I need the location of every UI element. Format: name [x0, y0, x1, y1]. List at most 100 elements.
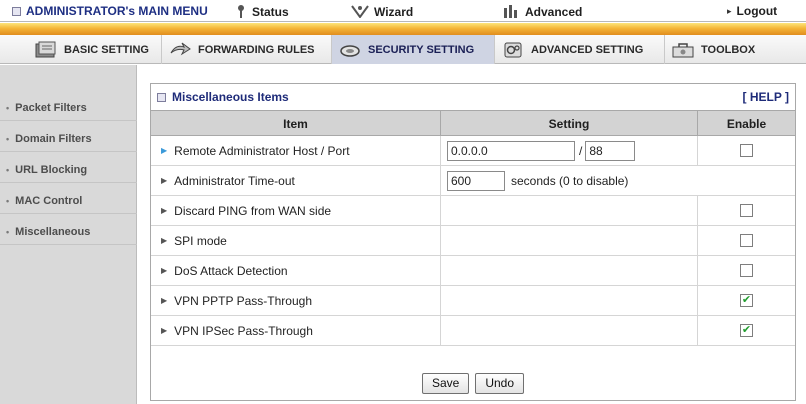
- row-label-cell: ▶ VPN IPSec Pass-Through: [151, 316, 441, 345]
- admin-main-menu-link[interactable]: ADMINISTRATOR's MAIN MENU: [12, 4, 208, 18]
- timeout-suffix: seconds (0 to disable): [511, 173, 629, 188]
- status-link[interactable]: Status: [235, 4, 289, 20]
- main-tabs: BASIC SETTING FORWARDING RULES SECURITY …: [0, 35, 806, 64]
- timeout-input[interactable]: 600: [447, 170, 505, 191]
- row-label-cell: ▶ VPN PPTP Pass-Through: [151, 286, 441, 315]
- sidebar: • Packet Filters • Domain Filters • URL …: [0, 65, 137, 404]
- tab-label: BASIC SETTING: [64, 43, 149, 56]
- column-header-item: Item: [151, 111, 441, 136]
- column-header-setting: Setting: [441, 111, 698, 136]
- table-row-vpn-ipsec: ▶ VPN IPSec Pass-Through ✔: [151, 316, 795, 346]
- sidebar-item-miscellaneous[interactable]: • Miscellaneous: [0, 219, 137, 245]
- row-label: SPI mode: [174, 233, 227, 248]
- row-setting-cell: [441, 226, 698, 255]
- gears-icon: [501, 41, 525, 59]
- row-setting-cell: [441, 256, 698, 285]
- undo-button[interactable]: Undo: [475, 372, 525, 394]
- row-label-cell: ▶ SPI mode: [151, 226, 441, 255]
- status-label: Status: [252, 5, 289, 19]
- bullet-icon: •: [6, 226, 10, 237]
- tab-toolbox[interactable]: TOOLBOX: [665, 35, 778, 64]
- row-enable-cell: [698, 256, 795, 285]
- arrow-right-icon: ▶: [161, 176, 168, 185]
- sidebar-item-label: Packet Filters: [15, 101, 87, 114]
- row-label: Remote Administrator Host / Port: [174, 143, 350, 158]
- tab-label: FORWARDING RULES: [198, 43, 315, 56]
- vpn-pptp-checkbox[interactable]: ✔: [740, 294, 753, 307]
- button-bar: Save Undo: [151, 366, 795, 400]
- logout-label: Logout: [736, 4, 778, 18]
- row-setting-cell: [441, 196, 698, 225]
- arrow-right-icon: ▶: [161, 266, 168, 275]
- row-label-cell: ▶ Administrator Time-out: [151, 166, 441, 195]
- row-label: VPN IPSec Pass-Through: [174, 323, 313, 338]
- tab-forwarding-rules[interactable]: FORWARDING RULES: [162, 35, 332, 64]
- miscellaneous-panel: Miscellaneous Items [ HELP ] Item Settin…: [150, 83, 796, 401]
- forward-arrow-icon: [168, 41, 192, 59]
- logout-link[interactable]: ▸ Logout: [727, 4, 777, 18]
- arrow-right-icon: ▶: [161, 236, 168, 245]
- sidebar-item-domain-filters[interactable]: • Domain Filters: [0, 126, 137, 152]
- dos-detection-checkbox[interactable]: [740, 264, 753, 277]
- arrow-right-icon: ▶: [161, 326, 168, 335]
- sidebar-item-mac-control[interactable]: • MAC Control: [0, 188, 137, 214]
- row-setting-cell: [441, 286, 698, 315]
- remote-port-input[interactable]: 88: [585, 140, 636, 161]
- admin-main-menu-label: ADMINISTRATOR's MAIN MENU: [26, 4, 208, 18]
- wizard-label: Wizard: [374, 5, 414, 19]
- bullet-icon: •: [6, 195, 10, 206]
- tab-advanced-setting[interactable]: ADVANCED SETTING: [495, 35, 665, 64]
- bullet-icon: •: [6, 102, 10, 113]
- bullet-icon: •: [6, 164, 10, 175]
- lock-icon: [338, 41, 362, 59]
- table-row-vpn-pptp: ▶ VPN PPTP Pass-Through ✔: [151, 286, 795, 316]
- row-enable-cell: [698, 226, 795, 255]
- row-enable-cell: ✔: [698, 316, 795, 345]
- sidebar-item-packet-filters[interactable]: • Packet Filters: [0, 95, 137, 121]
- arrow-right-icon: ▶: [161, 146, 168, 155]
- advanced-link[interactable]: Advanced: [502, 4, 582, 20]
- panel-title-wrap: Miscellaneous Items: [157, 90, 289, 104]
- tab-label: ADVANCED SETTING: [531, 43, 644, 56]
- pin-icon: [235, 4, 247, 20]
- tab-label: SECURITY SETTING: [368, 43, 475, 56]
- row-label: Discard PING from WAN side: [174, 203, 332, 218]
- row-label-cell: ▶ Discard PING from WAN side: [151, 196, 441, 225]
- tab-basic-setting[interactable]: BASIC SETTING: [24, 35, 162, 64]
- sidebar-item-label: MAC Control: [15, 194, 83, 207]
- sidebar-item-label: Domain Filters: [15, 132, 92, 145]
- tab-security-setting[interactable]: SECURITY SETTING: [332, 35, 495, 64]
- row-enable-cell: [698, 136, 795, 165]
- row-enable-cell: ✔: [698, 286, 795, 315]
- table-row-dos-detection: ▶ DoS Attack Detection: [151, 256, 795, 286]
- row-label: Administrator Time-out: [174, 173, 295, 188]
- chart-icon: [502, 4, 520, 20]
- discard-ping-checkbox[interactable]: [740, 204, 753, 217]
- help-link[interactable]: [ HELP ]: [743, 90, 789, 104]
- sidebar-item-url-blocking[interactable]: • URL Blocking: [0, 157, 137, 183]
- bullet-icon: •: [6, 133, 10, 144]
- row-label-cell: ▶ Remote Administrator Host / Port: [151, 136, 441, 165]
- vpn-ipsec-checkbox[interactable]: ✔: [740, 324, 753, 337]
- table-row-discard-ping: ▶ Discard PING from WAN side: [151, 196, 795, 226]
- decorative-stripe: [0, 23, 806, 35]
- table-header: Item Setting Enable: [151, 110, 795, 136]
- remote-host-input[interactable]: 0.0.0.0: [447, 140, 575, 161]
- sidebar-item-label: URL Blocking: [15, 163, 88, 176]
- panel-header: Miscellaneous Items [ HELP ]: [151, 84, 795, 110]
- host-port-separator: /: [579, 143, 583, 158]
- wizard-link[interactable]: Wizard: [351, 4, 413, 20]
- row-setting-cell: 0.0.0.0 / 88: [441, 136, 698, 165]
- remote-admin-checkbox[interactable]: [740, 144, 753, 157]
- panel-title: Miscellaneous Items: [172, 90, 289, 104]
- row-label: DoS Attack Detection: [174, 263, 288, 278]
- column-header-enable: Enable: [726, 116, 767, 131]
- spi-mode-checkbox[interactable]: [740, 234, 753, 247]
- row-label-cell: ▶ DoS Attack Detection: [151, 256, 441, 285]
- top-menu-bar: ADMINISTRATOR's MAIN MENU Status Wizard …: [0, 0, 806, 22]
- table-row-remote-admin: ▶ Remote Administrator Host / Port 0.0.0…: [151, 136, 795, 166]
- toolbox-icon: [671, 41, 695, 59]
- save-button[interactable]: Save: [421, 372, 470, 394]
- folder-icon: [34, 41, 58, 59]
- advanced-label: Advanced: [525, 5, 583, 19]
